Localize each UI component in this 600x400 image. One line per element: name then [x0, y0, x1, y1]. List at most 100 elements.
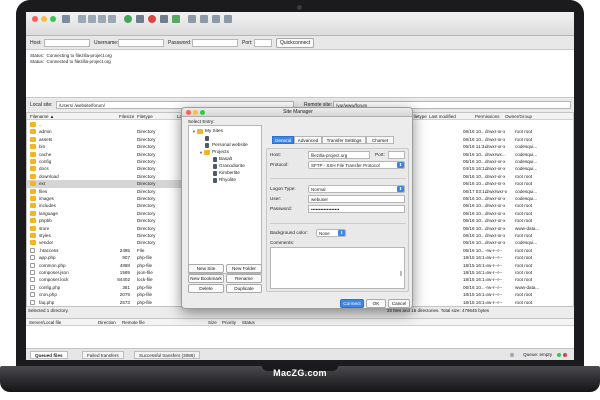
rename-button[interactable]: Rename: [226, 274, 262, 283]
zoom-window-icon[interactable]: [50, 16, 56, 22]
close-window-icon[interactable]: [32, 16, 38, 22]
folder-icon: [30, 136, 36, 142]
quickconnect-button[interactable]: Quickconnect: [276, 38, 315, 48]
logon-type-label: Logon Type:: [270, 186, 296, 191]
permissions: drwxr-xr-x: [485, 129, 506, 135]
tree-item-projects[interactable]: Projects: [212, 149, 229, 154]
tab-advanced[interactable]: Advanced: [294, 136, 322, 144]
new-bookmark-button[interactable]: New Bookmark: [188, 274, 224, 283]
port-input[interactable]: [254, 39, 272, 47]
toggle-comparison-icon[interactable]: [200, 15, 208, 23]
minimize-window-icon[interactable]: [41, 16, 47, 22]
log-line: Status: Connected to filezilla-project.o…: [30, 59, 111, 64]
permissions: drwxr-xr-x: [485, 159, 506, 164]
connect-button[interactable]: Connect: [340, 299, 364, 308]
expand-triangle-icon[interactable]: ▼: [192, 129, 196, 134]
last-modified: 06/16 10...: [463, 136, 485, 142]
folder-icon: [30, 233, 36, 238]
directory-listing-filters-icon[interactable]: [188, 15, 196, 23]
col-filename[interactable]: Filename ▲: [30, 114, 54, 119]
col-filetype[interactable]: Filetype: [137, 114, 153, 119]
toggle-tree-icon[interactable]: [88, 15, 96, 23]
host-field[interactable]: filezilla-project.org: [308, 151, 370, 159]
watermark-brand: MacZG.com: [273, 368, 327, 378]
col-last-modified[interactable]: Last modified: [429, 114, 456, 119]
col-filesize[interactable]: Filesize: [119, 114, 134, 119]
send-led-icon: [563, 353, 567, 357]
file-type: Directory: [137, 136, 156, 142]
tab-queued-files[interactable]: Queued files: [30, 351, 68, 359]
permissions: -rw-r--r--: [485, 262, 503, 268]
col-filetype[interactable]: Filetype: [411, 114, 427, 119]
col-permissions[interactable]: Permissions: [475, 114, 500, 119]
password-field[interactable]: ••••••••••••••••••: [308, 205, 405, 213]
duplicate-button[interactable]: Duplicate: [226, 284, 262, 293]
delete-button[interactable]: Delete: [188, 284, 224, 293]
toggle-queue-icon[interactable]: [108, 15, 116, 23]
file-name: download: [39, 173, 59, 179]
host-input[interactable]: [44, 39, 90, 47]
search-remote-icon[interactable]: [224, 15, 232, 23]
tab-failed-transfers[interactable]: Failed transfers: [82, 351, 124, 359]
new-folder-button[interactable]: New Folder: [226, 264, 262, 273]
password-input[interactable]: [192, 39, 238, 47]
dialog-minimize-icon[interactable]: [193, 110, 198, 115]
tree-item-personal-website[interactable]: Personal website: [212, 142, 248, 147]
tab-transfer-settings[interactable]: Transfer Settings: [322, 136, 366, 144]
disconnect-icon[interactable]: [160, 15, 168, 23]
dialog-zoom-icon[interactable]: [200, 110, 205, 115]
main-toolbar: [26, 12, 574, 36]
site-manager-icon[interactable]: [62, 15, 70, 23]
port-field[interactable]: [388, 151, 405, 159]
folder-icon: [30, 196, 36, 201]
username-input[interactable]: [118, 39, 164, 47]
folder-icon: [30, 159, 36, 164]
new-site-button[interactable]: New Site: [188, 264, 224, 273]
user-field[interactable]: webuser: [308, 195, 405, 203]
process-queue-icon[interactable]: [136, 15, 144, 23]
chevron-down-icon: ⬍: [338, 230, 345, 236]
col-size[interactable]: Size: [208, 320, 217, 325]
file-type: Directory: [137, 181, 156, 187]
cancel-button[interactable]: Cancel: [388, 299, 410, 308]
dialog-close-icon[interactable]: [186, 110, 191, 115]
tree-item-rhyolite[interactable]: Rhyolite: [219, 177, 236, 182]
permissions: drwxr-xr-x: [485, 233, 506, 238]
tree-item-granodiorite[interactable]: Granodiorite: [219, 163, 245, 168]
file-type: Directory: [137, 144, 156, 150]
owner-group: www-data...: [515, 284, 540, 290]
tab-general[interactable]: General: [272, 136, 294, 144]
file-size: 1569: [119, 270, 130, 275]
file-type: Directory: [137, 173, 156, 179]
owner-group: codesqui...: [515, 159, 538, 164]
tree-item-kimberlite[interactable]: Kimberlite: [219, 170, 240, 175]
file-size: 2573: [119, 299, 130, 305]
ok-button[interactable]: OK: [366, 299, 386, 308]
refresh-icon[interactable]: [124, 15, 132, 23]
col-remote-file[interactable]: Remote file: [122, 320, 145, 325]
col-status[interactable]: Status: [242, 320, 255, 325]
col-direction[interactable]: Direction: [98, 320, 116, 325]
file-name: language: [39, 210, 58, 216]
protocol-select[interactable]: SFTP - SSH File Transfer Protocol ⬍: [308, 161, 405, 169]
comments-textarea[interactable]: [270, 247, 405, 289]
col-priority[interactable]: Priority: [222, 320, 236, 325]
toggle-log-icon[interactable]: [78, 15, 86, 23]
background-color-select[interactable]: None ⬍: [316, 229, 346, 237]
tab-successful-transfers[interactable]: Successful transfers (3086): [134, 351, 200, 359]
tab-charset[interactable]: Charset: [366, 136, 394, 144]
tree-item-basalt[interactable]: Basalt: [219, 156, 232, 161]
col-server-local-file[interactable]: Server/Local file: [29, 320, 61, 325]
file-name: phpbb: [39, 218, 52, 224]
expand-triangle-icon[interactable]: ▼: [199, 150, 203, 155]
permissions: drwxrwx...: [485, 151, 506, 157]
tree-item-my-sites[interactable]: My Sites: [205, 128, 223, 133]
toggle-remote-tree-icon[interactable]: [98, 15, 106, 23]
owner-group: root root: [515, 262, 533, 268]
col-owner-group[interactable]: Owner/Group: [505, 114, 532, 119]
sync-browsing-icon[interactable]: [212, 15, 220, 23]
logon-type-select[interactable]: Normal ⬍: [308, 185, 405, 193]
file-type: lock-file: [137, 277, 153, 283]
reconnect-icon[interactable]: [172, 15, 180, 23]
cancel-operation-icon[interactable]: [148, 15, 156, 23]
